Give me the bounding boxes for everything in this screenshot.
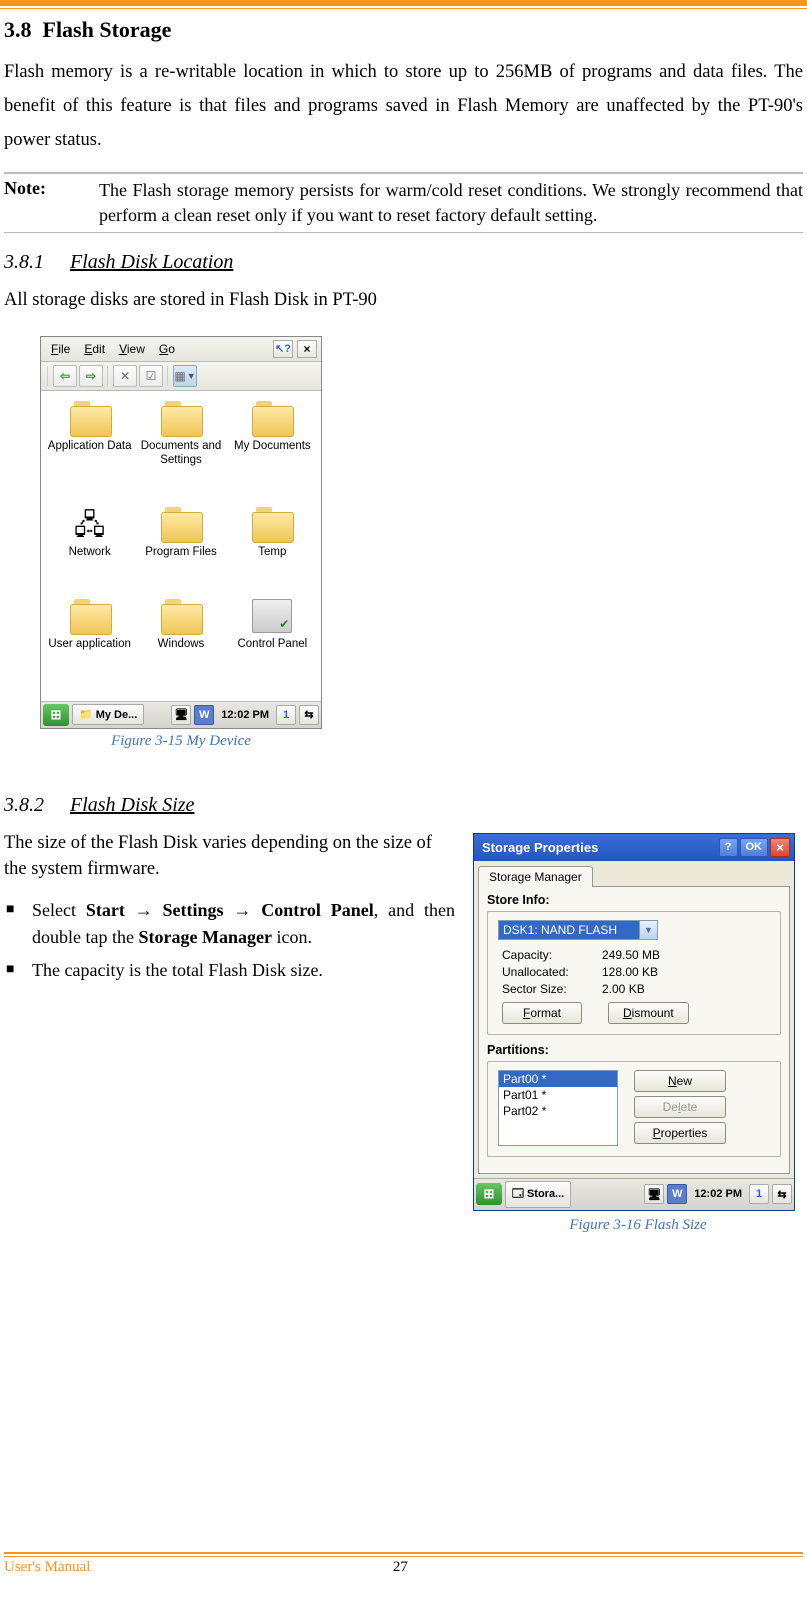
taskbar-app-button[interactable]: 🗔 Stora... (505, 1181, 571, 1208)
my-device-window: File Edit View Go ↖? × ⇦ ⇨ ✕ ☑ ▦▼ Applic… (40, 336, 322, 729)
section-number: 3.8 (4, 17, 32, 42)
menu-view[interactable]: View (113, 340, 151, 358)
subsection-title: Flash Disk Location (70, 251, 233, 273)
properties-button[interactable]: Properties (634, 1122, 726, 1144)
taskbar-clock: 12:02 PM (217, 709, 273, 721)
subsection-number: 3.8.1 (4, 251, 66, 274)
partition-item-selected[interactable]: Part00 * (499, 1071, 617, 1087)
taskbar-app-button[interactable]: 📁 My De... (72, 704, 144, 725)
folder-documents-and-settings[interactable]: Documents and Settings (138, 401, 223, 487)
folder-user-application[interactable]: User application (47, 599, 132, 671)
folder-temp[interactable]: Temp (230, 507, 315, 579)
delete-partition-button[interactable]: Delete (634, 1096, 726, 1118)
note-block: Note: The Flash storage memory persists … (4, 172, 803, 233)
folder-icon (161, 507, 201, 541)
folder-icon (161, 599, 201, 633)
section-title-text: Flash Storage (43, 17, 172, 42)
taskbar-clock: 12:02 PM (690, 1188, 746, 1200)
folder-icon (70, 401, 110, 435)
control-panel-icon (252, 599, 292, 633)
tray-indicator-icon[interactable]: 1 (749, 1184, 769, 1204)
menu-file[interactable]: File (45, 340, 76, 358)
partition-item[interactable]: Part01 * (499, 1087, 617, 1103)
start-button-icon[interactable]: ⊞ (43, 704, 69, 726)
tray-network-icon[interactable]: ⇆ (299, 705, 319, 725)
partitions-group: Part00 * Part01 * Part02 * New Delete Pr… (487, 1061, 781, 1157)
folder-my-documents[interactable]: My Documents (230, 401, 315, 487)
menu-bar: File Edit View Go ↖? × (41, 337, 321, 362)
nav-forward-icon[interactable]: ⇨ (79, 365, 103, 387)
tab-storage-manager[interactable]: Storage Manager (478, 866, 593, 887)
subsection-number: 3.8.2 (4, 794, 66, 817)
folder-program-files[interactable]: Program Files (138, 507, 223, 579)
format-button[interactable]: Format (502, 1002, 582, 1024)
delete-icon[interactable]: ✕ (113, 365, 137, 387)
partitions-label: Partitions: (487, 1043, 781, 1057)
window-title: Storage Properties (482, 840, 717, 855)
tray-input-icon[interactable]: W (194, 705, 214, 725)
subsection-3-8-1-heading: 3.8.1 Flash Disk Location (4, 251, 803, 274)
control-panel-item[interactable]: Control Panel (230, 599, 315, 671)
properties-icon[interactable]: ☑ (139, 365, 163, 387)
section-heading: 3.8 Flash Storage (4, 17, 803, 43)
subsection-3-8-2-heading: 3.8.2 Flash Disk Size (4, 794, 803, 817)
folder-windows[interactable]: Windows (138, 599, 223, 671)
close-icon[interactable]: × (297, 340, 317, 358)
close-icon[interactable]: × (770, 838, 790, 857)
partition-item[interactable]: Part02 * (499, 1103, 617, 1119)
network-item[interactable]: 🖧Network (47, 507, 132, 579)
sub1-text: All storage disks are stored in Flash Di… (4, 288, 803, 314)
network-icon: 🖧 (70, 507, 110, 541)
sector-size-label: Sector Size: (502, 982, 602, 996)
nav-back-icon[interactable]: ⇦ (53, 365, 77, 387)
start-button-icon[interactable]: ⊞ (476, 1183, 502, 1205)
note-text: The Flash storage memory persists for wa… (99, 178, 803, 228)
footer-manual-label: User's Manual (4, 1559, 90, 1576)
new-partition-button[interactable]: New (634, 1070, 726, 1092)
tray-indicator-icon[interactable]: 1 (276, 705, 296, 725)
tray-network-icon[interactable]: ⇆ (772, 1184, 792, 1204)
list-item: The capacity is the total Flash Disk siz… (4, 957, 803, 984)
folder-icon (70, 599, 110, 633)
file-icon-area: Application Data Documents and Settings … (41, 391, 321, 701)
tray-desktop-icon[interactable]: 🖥 (171, 705, 191, 725)
storage-properties-window: Storage Properties ? OK × Storage Manage… (473, 833, 795, 1211)
page-footer: User's Manual 27 (0, 1552, 807, 1576)
context-help-icon[interactable]: ↖? (273, 340, 293, 358)
folder-application-data[interactable]: Application Data (47, 401, 132, 487)
instruction-list: Select Start → Settings → Control Panel,… (4, 897, 803, 984)
partition-list[interactable]: Part00 * Part01 * Part02 * (498, 1070, 618, 1146)
folder-icon (252, 507, 292, 541)
subsection-title: Flash Disk Size (70, 794, 194, 816)
taskbar: ⊞ 🗔 Stora... 🖥 W 12:02 PM 1 ⇆ (474, 1178, 794, 1210)
tray-input-icon[interactable]: W (667, 1184, 687, 1204)
figure-3-15-caption: Figure 3-15 My Device (40, 733, 322, 750)
taskbar: ⊞ 📁 My De... 🖥 W 12:02 PM 1 ⇆ (41, 701, 321, 728)
toolbar: ⇦ ⇨ ✕ ☑ ▦▼ (41, 362, 321, 391)
view-mode-icon[interactable]: ▦▼ (173, 365, 197, 387)
menu-go[interactable]: Go (153, 340, 181, 358)
ok-button[interactable]: OK (740, 838, 769, 857)
title-bar: Storage Properties ? OK × (474, 834, 794, 861)
list-item: Select Start → Settings → Control Panel,… (4, 897, 803, 951)
tray-desktop-icon[interactable]: 🖥 (644, 1184, 664, 1204)
figure-3-16-caption: Figure 3-16 Flash Size (473, 1217, 803, 1234)
dismount-button[interactable]: Dismount (608, 1002, 689, 1024)
intro-paragraph: Flash memory is a re-writable location i… (4, 55, 803, 158)
tab-strip: Storage Manager (474, 861, 794, 886)
footer-page-number: 27 (90, 1559, 710, 1576)
note-label: Note: (4, 178, 99, 228)
sector-size-value: 2.00 KB (602, 982, 645, 996)
menu-edit[interactable]: Edit (78, 340, 111, 358)
help-button-icon[interactable]: ? (719, 838, 738, 857)
folder-icon (161, 401, 201, 435)
folder-icon (252, 401, 292, 435)
